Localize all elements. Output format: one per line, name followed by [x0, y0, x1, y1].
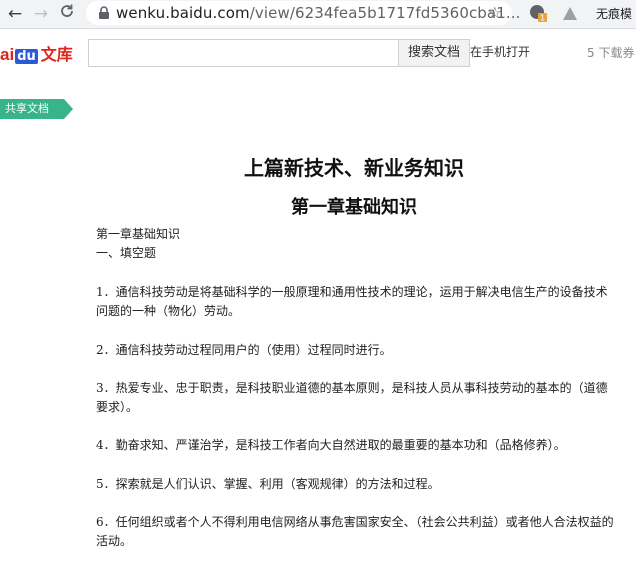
- logo-wenku: 文库: [40, 45, 73, 64]
- url-host: wenku.baidu.com: [116, 4, 250, 22]
- search-input[interactable]: [88, 39, 403, 67]
- download-count: 5 下载券: [587, 46, 635, 60]
- svg-text:1: 1: [540, 14, 545, 23]
- paragraph-4: 4．勤奋求知、严谨治学，是科技工作者向大自然进取的最重要的基本功和（品格修养）。: [96, 438, 566, 452]
- account-icon[interactable]: [560, 3, 580, 23]
- forward-arrow-icon[interactable]: →: [30, 3, 52, 25]
- url-path: /view/6234fea5b1717fd5360cba1...: [249, 4, 521, 22]
- chapter-title: 第一章基础知识: [291, 197, 417, 218]
- baidu-wenku-logo[interactable]: ai du 文库: [0, 41, 73, 65]
- browser-toolbar: ← → wenku.baidu.com/view/6234fea5b1717fd…: [0, 0, 636, 29]
- paragraph-2: 2．通信科技劳动过程同用户的（使用）过程同时进行。: [96, 343, 392, 357]
- url-text[interactable]: wenku.baidu.com/view/6234fea5b1717fd5360…: [116, 4, 520, 22]
- document-title: 上篇新技术、新业务知识: [244, 156, 464, 180]
- paragraph-5: 5．探索就是人们认识、掌握、利用（客观规律）的方法和过程。: [96, 477, 440, 491]
- address-bar[interactable]: wenku.baidu.com/view/6234fea5b1717fd5360…: [86, 1, 520, 25]
- search-button[interactable]: 搜索文档: [398, 39, 470, 67]
- bookmark-star-icon[interactable]: ☆: [488, 3, 502, 22]
- paragraph-6: 6．任何组织或者个人不得利用电信网络从事危害国家安全、（社会公共利益）或者他人合…: [96, 515, 614, 548]
- extension-icon[interactable]: 1: [528, 3, 548, 23]
- logo-bai: ai: [0, 45, 15, 64]
- back-arrow-icon[interactable]: ←: [4, 3, 26, 25]
- paragraph-1: 1．通信科技劳动是将基础科学的一般原理和通用性技术的理论，运用于解决电信生产的设…: [96, 285, 608, 318]
- lock-icon: [99, 6, 109, 19]
- site-header: ai du 文库 搜索文档 在手机打开 5 下载券: [0, 29, 636, 75]
- paragraph-3: 3．热爱专业、忠于职责，是科技职业道德的基本原则，是科技人员从事科技劳动的基本的…: [96, 381, 608, 414]
- incognito-label[interactable]: 无痕模: [596, 5, 632, 22]
- subsection-heading: 一、填空题: [96, 246, 157, 260]
- reload-icon[interactable]: [56, 3, 78, 25]
- logo-du: du: [15, 49, 38, 64]
- section-heading: 第一章基础知识: [96, 227, 181, 241]
- share-tag: 共享文档: [0, 99, 73, 119]
- open-on-mobile-link[interactable]: 在手机打开: [470, 43, 530, 60]
